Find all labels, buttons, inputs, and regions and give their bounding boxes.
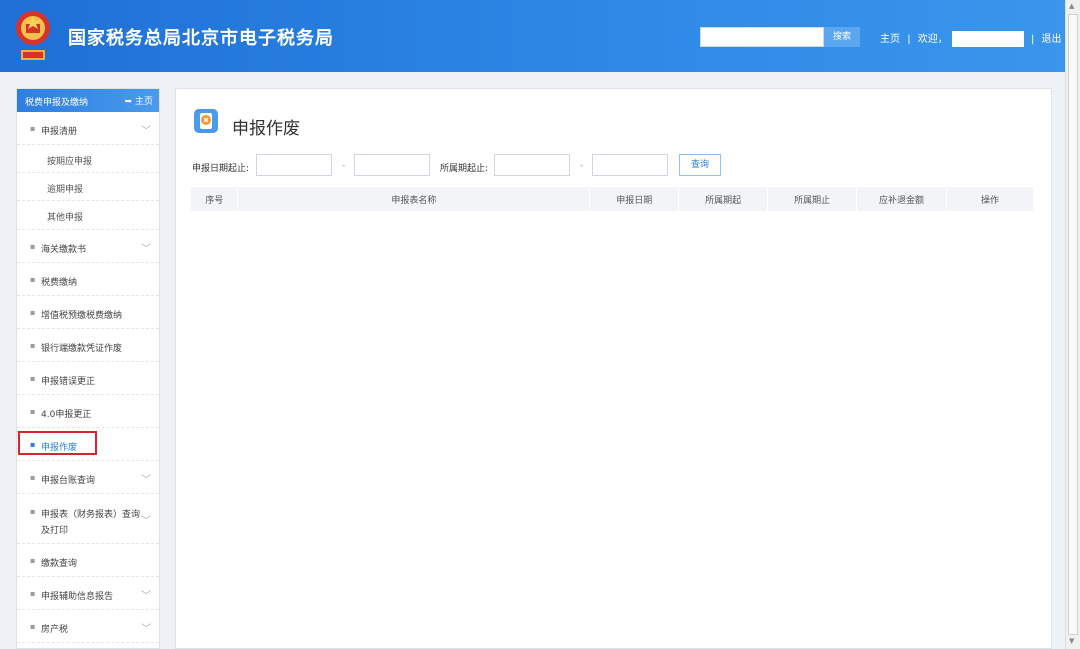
sidebar-item-property-tax[interactable]: ▪ 房产税 ﹀	[17, 610, 159, 643]
period-range-dash: -	[580, 161, 584, 171]
bullet-icon: ▪	[30, 556, 36, 565]
chevron-down-icon: ﹀	[141, 624, 151, 635]
declare-date-start-input[interactable]	[256, 154, 332, 176]
page-scrollbar[interactable]: ▲ ▼	[1065, 0, 1080, 649]
bullet-icon: ▪	[30, 589, 36, 598]
date-range-dash: -	[342, 161, 346, 171]
welcome-text: 欢迎，	[917, 34, 948, 45]
column-header: 所属期止	[767, 187, 858, 211]
site-title: 国家税务总局北京市电子税务局	[68, 28, 334, 49]
home-link[interactable]: 主页	[880, 34, 900, 45]
sidebar-item-vat-prepay[interactable]: ▪ 增值税预缴税费缴纳	[17, 296, 159, 329]
column-header: 序号	[191, 187, 239, 211]
chevron-down-icon: ﹀	[141, 244, 151, 255]
void-document-icon	[194, 109, 218, 133]
sidebar-item-error-correction[interactable]: ▪ 申报错误更正	[17, 362, 159, 395]
home-arrow-icon: ➥	[124, 97, 135, 107]
scrollbar-thumb[interactable]	[1068, 14, 1078, 635]
scroll-down-icon[interactable]: ▼	[1069, 637, 1074, 645]
sidebar-item-bank-voucher-void[interactable]: ▪ 银行端缴款凭证作废	[17, 329, 159, 362]
bullet-icon: ▪	[30, 275, 36, 284]
sidebar-home-link[interactable]: ➥ 主页	[125, 94, 153, 107]
declare-date-end-input[interactable]	[354, 154, 430, 176]
chevron-down-icon: ﹀	[141, 475, 151, 486]
period-end-input[interactable]	[592, 154, 668, 176]
column-header: 申报表名称	[237, 187, 591, 211]
search-input[interactable]	[700, 27, 824, 47]
sidebar-item-tax-payment[interactable]: ▪ 税费缴纳	[17, 263, 159, 296]
bullet-icon: ▪	[30, 622, 36, 631]
bullet-icon: ▪	[30, 473, 36, 482]
sidebar-header: 税费申报及缴纳 ➥ 主页	[17, 89, 159, 112]
sidebar-item-payment-query[interactable]: ▪ 缴款查询	[17, 544, 159, 577]
bullet-icon: ▪	[30, 341, 36, 350]
bullet-icon: ▪	[30, 308, 36, 317]
active-item-highlight-box	[18, 431, 97, 455]
bullet-icon: ▪	[30, 374, 36, 383]
query-button[interactable]: 查询	[679, 154, 721, 176]
sidebar-item-declaration-list[interactable]: ▪ 申报清册 ﹀	[17, 112, 159, 145]
sidebar: 税费申报及缴纳 ➥ 主页 ▪ 申报清册 ﹀ 按期应申报 逾期申报 其他申报 ▪ …	[16, 88, 160, 649]
column-header: 操作	[946, 187, 1035, 211]
sidebar-item-correction-4[interactable]: ▪ 4.0申报更正	[17, 395, 159, 428]
header-links: 主页 | 欢迎， | 退出	[880, 30, 1066, 47]
sidebar-item-ledger-query[interactable]: ▪ 申报台账查询 ﹀	[17, 461, 159, 494]
sidebar-subitem-overdue[interactable]: 逾期申报	[17, 173, 159, 201]
search-button[interactable]: 搜索	[824, 27, 860, 47]
column-header: 所属期起	[678, 187, 769, 211]
bullet-icon: ▪	[30, 507, 36, 516]
sidebar-title: 税费申报及缴纳	[25, 98, 89, 108]
chevron-down-icon: ﹀	[141, 516, 151, 527]
sidebar-item-auxiliary-report[interactable]: ▪ 申报辅助信息报告 ﹀	[17, 577, 159, 610]
sidebar-subitem-other[interactable]: 其他申报	[17, 201, 159, 230]
declare-date-label: 申报日期起止:	[192, 164, 250, 174]
sidebar-subitem-periodic[interactable]: 按期应申报	[17, 145, 159, 173]
table-header-row: 序号 申报表名称 申报日期 所属期起 所属期止 应补退金额 操作	[191, 187, 1035, 211]
scroll-up-icon[interactable]: ▲	[1069, 2, 1074, 10]
declaration-table: 序号 申报表名称 申报日期 所属期起 所属期止 应补退金额 操作	[191, 187, 1035, 211]
bullet-icon: ▪	[30, 242, 36, 251]
top-header: 国家税务总局北京市电子税务局 搜索 主页 | 欢迎， | 退出	[0, 0, 1065, 72]
sidebar-item-customs[interactable]: ▪ 海关缴款书 ﹀	[17, 230, 159, 263]
chevron-down-icon: ﹀	[141, 591, 151, 602]
period-label: 所属期起止:	[440, 164, 489, 174]
period-start-input[interactable]	[494, 154, 570, 176]
logout-link[interactable]: 退出	[1042, 34, 1062, 45]
main-panel: 申报作废 申报日期起止: - 所属期起止: - 查询 序号 申报表名称 申报日期…	[175, 88, 1052, 649]
separator: |	[907, 34, 911, 45]
separator: |	[1030, 34, 1035, 45]
sidebar-item-financial-report[interactable]: ▪ 申报表（财务报表）查询 及打印 ﹀	[17, 494, 159, 544]
bullet-icon: ▪	[30, 124, 36, 133]
column-header: 申报日期	[589, 187, 680, 211]
page-title: 申报作废	[232, 119, 300, 139]
column-header: 应补退金额	[856, 187, 947, 211]
chevron-down-icon: ﹀	[141, 126, 151, 137]
username-field	[951, 31, 1024, 47]
tax-emblem-icon	[16, 11, 50, 60]
bullet-icon: ▪	[30, 407, 36, 416]
